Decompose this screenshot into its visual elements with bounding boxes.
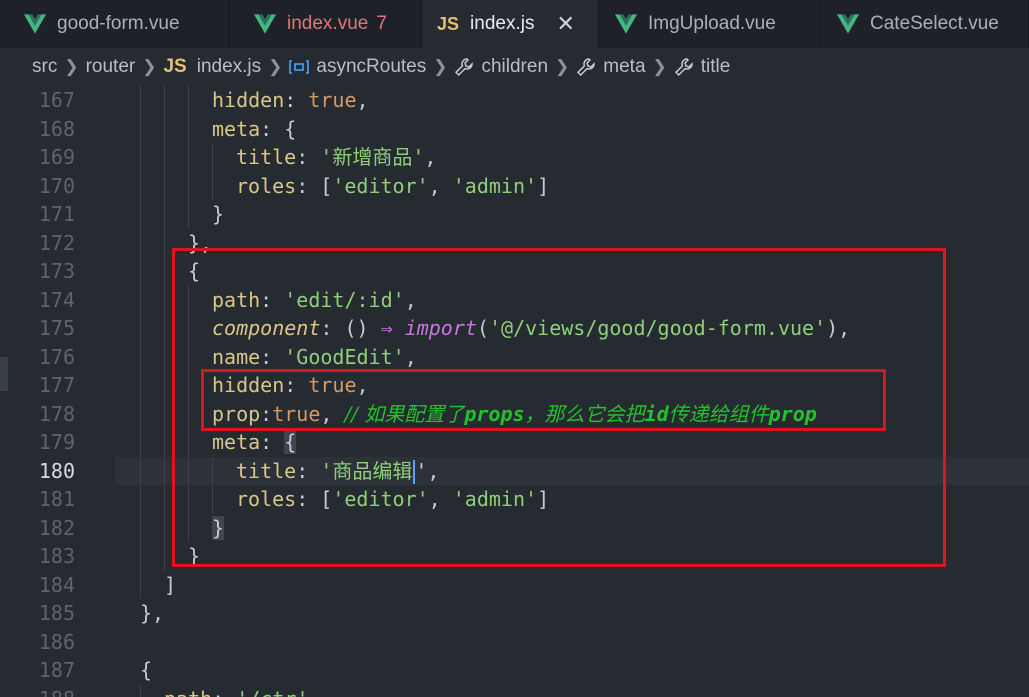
js-icon: JS	[437, 13, 460, 34]
line-number: 179	[38, 430, 75, 454]
tab-label: index.vue	[287, 13, 369, 34]
line-number: 180	[38, 458, 75, 483]
line-number: 174	[38, 287, 75, 312]
breadcrumb-item-meta[interactable]: meta	[603, 56, 645, 78]
vue-icon	[837, 14, 859, 34]
breadcrumb-item-index-js[interactable]: index.js	[197, 56, 261, 78]
tab-index-vue[interactable]: index.vue 7	[230, 0, 422, 48]
wrench-icon	[576, 57, 596, 77]
vue-icon	[615, 14, 637, 34]
js-icon: JS	[163, 56, 187, 77]
line-number: 175	[38, 316, 75, 340]
problems-count-badge: 7	[376, 13, 387, 34]
line-number: 181	[38, 487, 75, 511]
tab-label: good-form.vue	[57, 13, 180, 34]
chevron-right-icon: ❯	[142, 57, 157, 76]
line-number: 173	[38, 259, 75, 283]
line-number: 177	[38, 373, 75, 397]
line-number: 170	[38, 173, 75, 198]
code-line: 187 {	[0, 656, 1029, 685]
code-text: },	[140, 601, 165, 625]
variable-icon	[289, 59, 310, 75]
code-line: 184 ]	[0, 570, 1029, 599]
code-text: path: '/ctr'	[164, 685, 309, 697]
line-number: 188	[20, 685, 75, 697]
line-number: 178	[38, 401, 75, 426]
tab-imgupload-vue[interactable]: ImgUpload.vue	[599, 0, 821, 48]
line-number: 171	[38, 202, 75, 226]
chevron-right-icon: ❯	[652, 57, 667, 76]
line-number: 168	[38, 116, 75, 141]
code-line: 167 hidden: true,	[0, 86, 1029, 115]
code-text: meta: {	[212, 116, 297, 141]
line-number: 172	[38, 230, 75, 255]
line-number: 167	[38, 88, 75, 112]
line-number: 176	[38, 344, 75, 369]
tab-cateselect-vue[interactable]: CateSelect.vue	[821, 0, 1029, 48]
wrench-icon	[674, 57, 694, 77]
line-number: 185	[38, 601, 75, 625]
code-line: 171 }	[0, 200, 1029, 229]
line-number: 186	[38, 629, 75, 654]
line-number: 184	[38, 572, 75, 597]
code-text: {	[140, 658, 153, 682]
tab-label: ImgUpload.vue	[648, 13, 776, 34]
code-line: 169 title: '新增商品',	[0, 143, 1029, 172]
code-text: title: '新增商品',	[236, 145, 437, 169]
line-number: 183	[38, 544, 75, 568]
breadcrumb-item-router[interactable]: router	[86, 56, 136, 78]
tab-good-form-vue[interactable]: good-form.vue	[0, 0, 230, 48]
code-line: 186	[0, 628, 1029, 657]
editor-tab-bar: good-form.vue index.vue 7 JS index.js ✕ …	[0, 0, 1029, 48]
tab-index-js[interactable]: JS index.js ✕	[422, 0, 599, 48]
line-number: 169	[38, 145, 75, 169]
code-line: 188 path: '/ctr'	[0, 684, 1029, 697]
code-line: 185 },	[0, 599, 1029, 628]
code-text: ]	[164, 572, 177, 597]
code-line: 168 meta: {	[0, 114, 1029, 143]
line-number: 187	[38, 658, 75, 682]
vue-icon	[254, 14, 276, 34]
code-text: }	[212, 202, 225, 226]
code-line: 170 roles: ['editor', 'admin']	[0, 171, 1029, 200]
breadcrumb-item-title[interactable]: title	[701, 56, 731, 78]
annotation-box-inner	[201, 369, 886, 431]
wrench-icon	[454, 57, 474, 77]
chevron-right-icon: ❯	[268, 57, 283, 76]
chevron-right-icon: ❯	[433, 57, 448, 76]
breadcrumb-item-asyncroutes[interactable]: asyncRoutes	[316, 56, 426, 78]
chevron-right-icon: ❯	[64, 57, 79, 76]
breadcrumb-item-children[interactable]: children	[481, 56, 548, 78]
chevron-right-icon: ❯	[555, 57, 570, 76]
tab-label: CateSelect.vue	[870, 13, 999, 34]
code-text: roles: ['editor', 'admin']	[236, 173, 550, 198]
close-icon[interactable]: ✕	[556, 11, 574, 37]
code-text: hidden: true,	[212, 88, 369, 112]
breadcrumb: src ❯ router ❯ JS index.js ❯ asyncRoutes…	[0, 48, 1029, 86]
line-number: 182	[38, 515, 75, 540]
tab-label: index.js	[470, 13, 535, 34]
vue-icon	[24, 14, 46, 34]
breadcrumb-item-src[interactable]: src	[32, 56, 57, 78]
